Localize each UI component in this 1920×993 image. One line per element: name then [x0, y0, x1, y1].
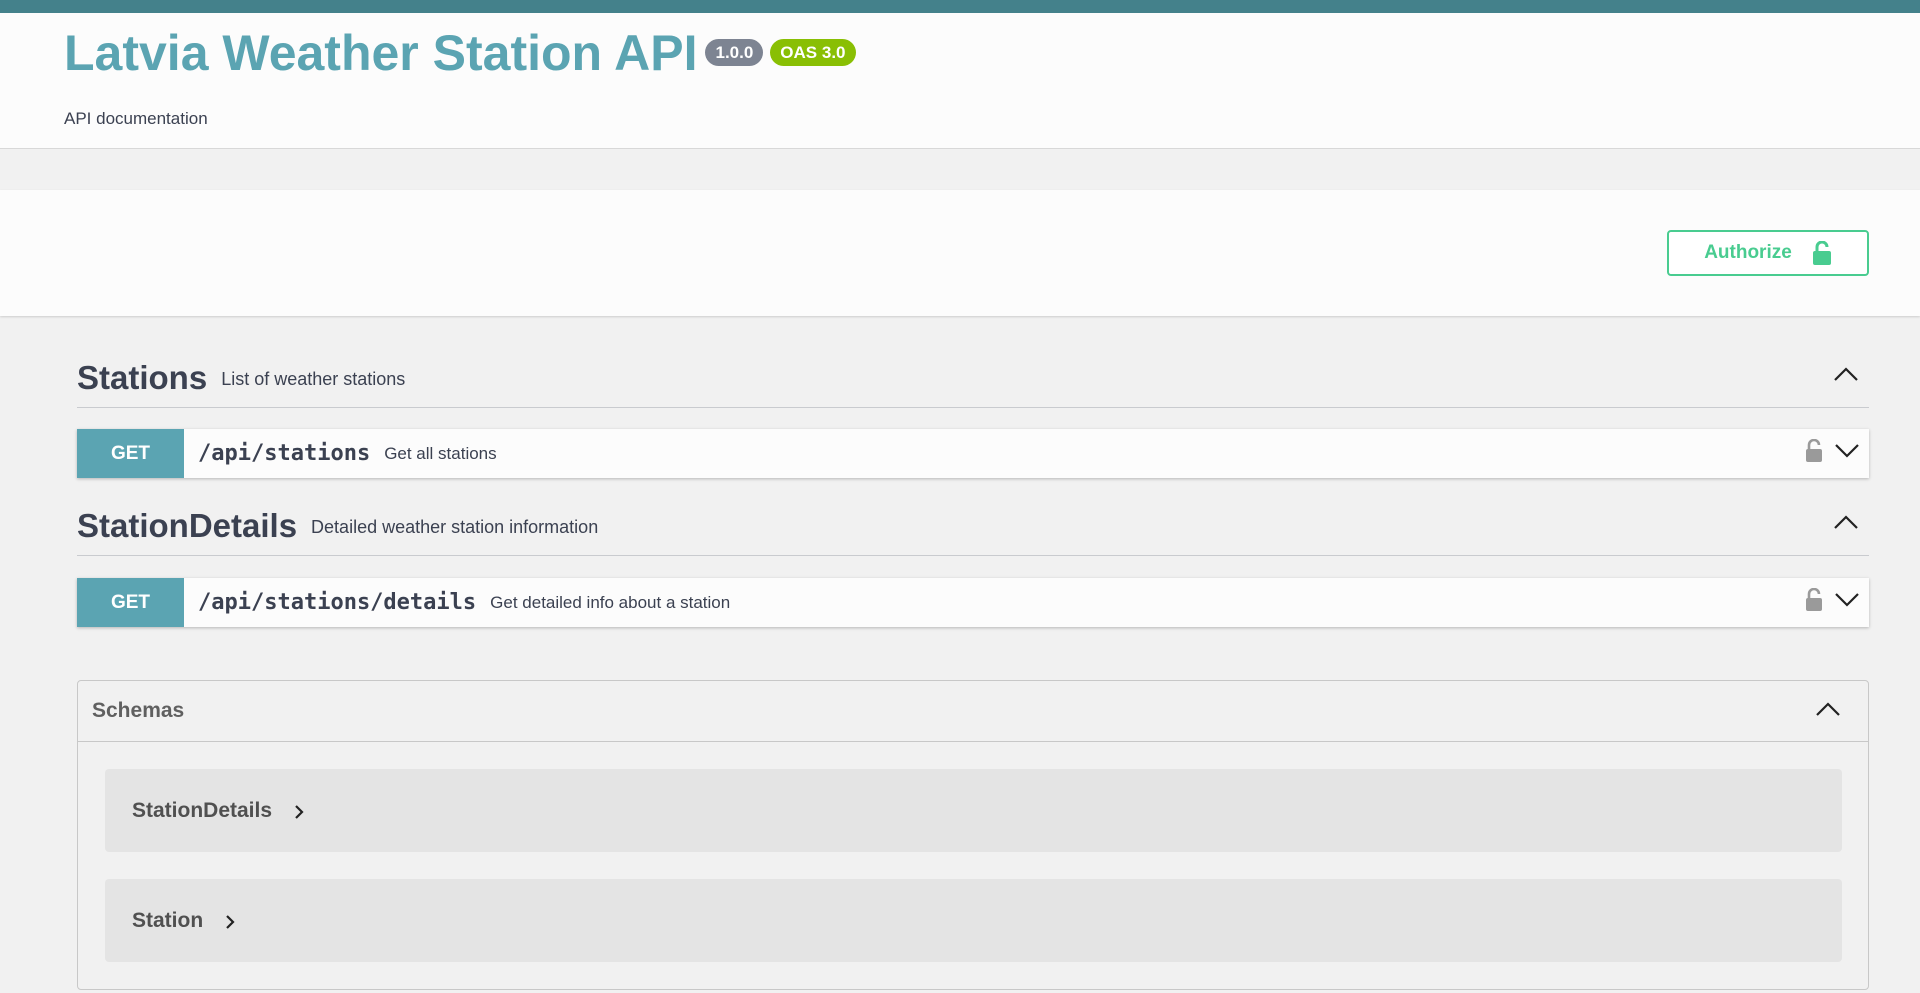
unlocked-lock-icon [1812, 241, 1831, 265]
schemas-title: Schemas [92, 699, 185, 722]
chevron-up-icon[interactable] [1815, 701, 1841, 717]
chevron-down-icon[interactable] [1834, 592, 1860, 608]
tag-description: List of weather stations [221, 369, 406, 389]
lock-icon[interactable] [1805, 439, 1823, 463]
chevron-up-icon[interactable] [1833, 366, 1859, 382]
tag-description: Detailed weather station information [311, 517, 599, 537]
chevron-up-icon[interactable] [1833, 514, 1859, 530]
method-badge: GET [77, 429, 184, 478]
schema-model-station[interactable]: Station [105, 879, 1842, 962]
operation-get-station-details[interactable]: GET /api/stations/details Get detailed i… [77, 578, 1869, 627]
chevron-right-icon[interactable] [225, 914, 235, 930]
tag-name: StationDetails [77, 506, 298, 544]
operation-get-stations[interactable]: GET /api/stations Get all stations [77, 429, 1869, 478]
schemas-section: Schemas StationDetails Station [77, 680, 1869, 990]
operation-path: /api/stations [198, 441, 371, 466]
chevron-down-icon[interactable] [1834, 443, 1860, 459]
schemas-header[interactable]: Schemas [78, 681, 1868, 742]
tag-header-stationdetails[interactable]: StationDetails Detailed weather station … [77, 496, 1869, 556]
model-name: StationDetails [132, 798, 273, 822]
version-badge: 1.0.0 [705, 39, 764, 66]
lock-icon[interactable] [1805, 588, 1823, 612]
auth-section: Authorize [0, 190, 1920, 316]
oas-badge: OAS 3.0 [770, 39, 856, 66]
api-description: API documentation [64, 109, 208, 128]
operation-path: /api/stations/details [198, 590, 477, 615]
authorize-label: Authorize [1704, 242, 1792, 263]
tag-name: Stations [77, 358, 208, 396]
tag-header-stations[interactable]: Stations List of weather stations [77, 348, 1869, 408]
model-name: Station [132, 908, 204, 932]
method-badge: GET [77, 578, 184, 627]
title-row: Latvia Weather Station API 1.0.0 OAS 3.0 [64, 25, 856, 81]
top-bar [0, 0, 1920, 13]
api-info: Latvia Weather Station API 1.0.0 OAS 3.0… [0, 13, 1920, 149]
chevron-right-icon[interactable] [294, 804, 304, 820]
schema-model-stationdetails[interactable]: StationDetails [105, 769, 1842, 852]
operation-summary: Get all stations [384, 443, 497, 463]
operation-summary: Get detailed info about a station [490, 592, 731, 612]
api-title: Latvia Weather Station API [64, 25, 698, 81]
authorize-button[interactable]: Authorize [1667, 230, 1869, 276]
